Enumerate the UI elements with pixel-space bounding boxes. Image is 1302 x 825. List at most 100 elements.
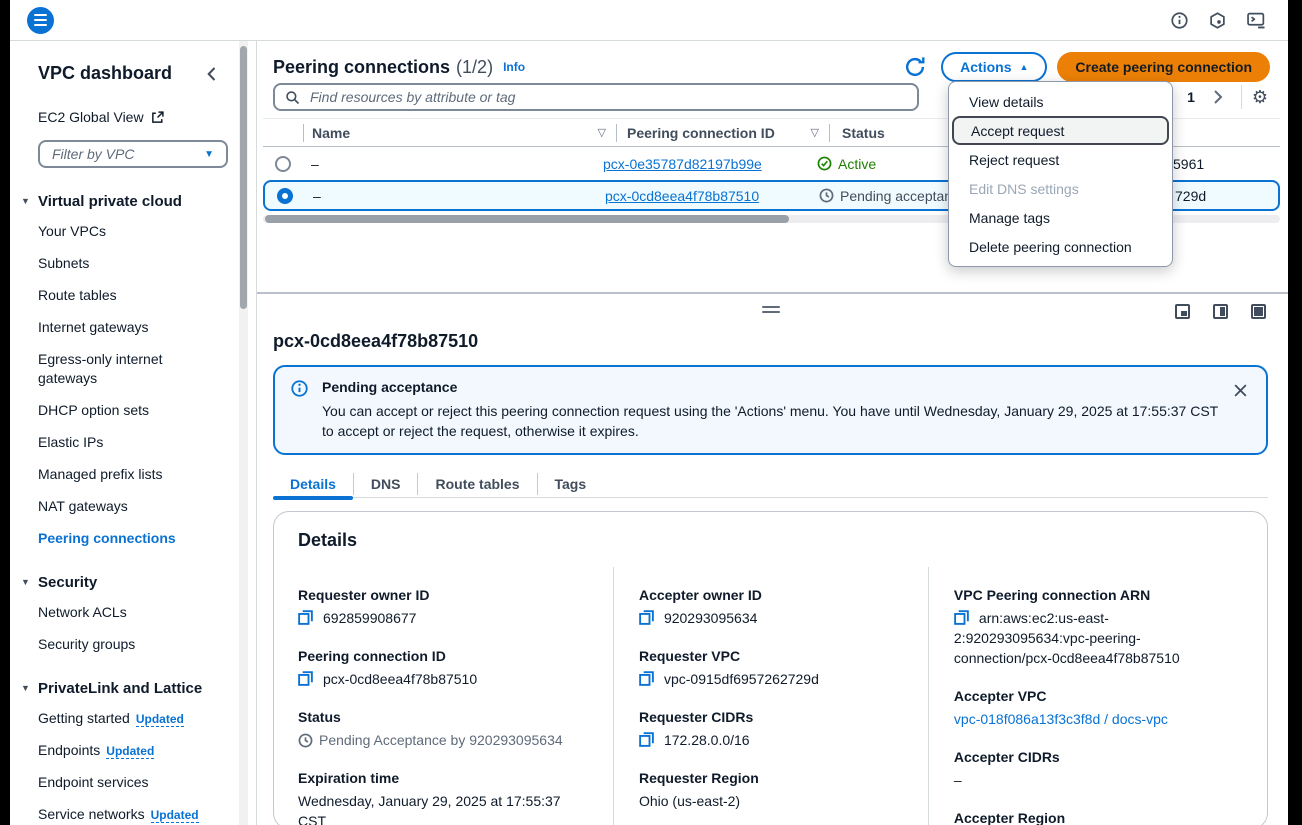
sidebar-item[interactable]: Getting startedUpdated xyxy=(38,709,218,729)
tab-details[interactable]: Details xyxy=(273,470,353,498)
split-panel-bar xyxy=(273,294,1268,324)
copy-icon[interactable] xyxy=(954,610,969,625)
section-header[interactable]: ▼ PrivateLink and Lattice xyxy=(38,680,229,697)
detail-field: Expiration time Wednesday, January 29, 2… xyxy=(298,770,587,825)
split-panel-drag-handle[interactable] xyxy=(762,306,780,316)
menu-item[interactable]: Reject request xyxy=(949,145,1172,174)
field-value: vpc-018f086a13f3c3f8d / docs-vpc xyxy=(954,711,1168,727)
sidebar-item[interactable]: Route tables xyxy=(38,286,218,306)
detail-field: Requester VPC vpc-0915df6957262729d xyxy=(639,648,902,689)
panel-position-bottom-icon[interactable] xyxy=(1175,304,1190,319)
copy-icon[interactable] xyxy=(639,610,654,625)
amazon-q-icon[interactable] xyxy=(1209,12,1226,29)
cell-requester-vpc-truncated: 5961 xyxy=(1173,156,1204,172)
sidebar-item[interactable]: Peering connections xyxy=(38,529,218,549)
status-pending-icon xyxy=(819,188,834,203)
sidebar-item[interactable]: Security groups xyxy=(38,635,218,655)
peering-connection-id-link[interactable]: pcx-0e35787d82197b99e xyxy=(603,156,762,172)
copy-icon[interactable] xyxy=(298,610,313,625)
column-header-peering-id[interactable]: Peering connection ID xyxy=(627,125,775,141)
sidebar-scrollbar[interactable] xyxy=(239,41,248,825)
tab-tags[interactable]: Tags xyxy=(538,470,604,498)
sidebar-item[interactable]: Service networksUpdated xyxy=(38,805,218,825)
sidebar-item[interactable]: Elastic IPs xyxy=(38,433,218,453)
menu-item[interactable]: Accept request xyxy=(952,116,1169,145)
menu-item[interactable]: Delete peering connection xyxy=(949,232,1172,261)
sidebar-item[interactable]: Egress-only internet gateways xyxy=(38,350,218,389)
column-header-name[interactable]: Name xyxy=(312,125,350,141)
section-header[interactable]: ▼ Security xyxy=(38,574,229,591)
field-value: pcx-0cd8eea4f78b87510 xyxy=(323,671,477,687)
panel-position-full-icon[interactable] xyxy=(1251,304,1266,319)
copy-icon[interactable] xyxy=(639,671,654,686)
sidebar-item[interactable]: Subnets xyxy=(38,254,218,274)
sidebar-section-security: ▼ Security Network ACLs Security groups xyxy=(38,574,229,655)
close-icon[interactable] xyxy=(1229,379,1252,405)
sidebar-item[interactable]: Internet gateways xyxy=(38,318,218,338)
sidebar-item-ec2-global-view[interactable]: EC2 Global View xyxy=(38,109,164,125)
info-link[interactable]: Info xyxy=(503,60,525,74)
menu-item[interactable]: Manage tags xyxy=(949,203,1172,232)
sort-icon[interactable]: ▽ xyxy=(811,126,829,139)
sidebar-section-privatelink: ▼ PrivateLink and Lattice Getting starte… xyxy=(38,680,229,825)
table-preferences-gear-icon[interactable]: ⚙ xyxy=(1252,88,1268,106)
sidebar-item[interactable]: Managed prefix lists xyxy=(38,465,218,485)
sidebar-item[interactable]: NAT gateways xyxy=(38,497,218,517)
vpc-sidebar: VPC dashboard EC2 Global View Filter by … xyxy=(10,41,239,825)
details-column-2: Accepter owner ID 920293095634 Requester… xyxy=(613,567,928,825)
field-value: 920293095634 xyxy=(664,610,757,626)
field-value: Pending Acceptance by 920293095634 xyxy=(319,732,563,748)
row-radio-button[interactable] xyxy=(277,188,293,204)
scrollbar-thumb[interactable] xyxy=(265,215,789,223)
search-box xyxy=(273,83,919,111)
panel-heading: pcx-0cd8eea4f78b87510 xyxy=(273,331,1268,352)
sort-icon[interactable]: ▽ xyxy=(598,126,616,139)
column-header-status[interactable]: Status xyxy=(830,125,885,141)
cell-requester-vpc-truncated: 729d xyxy=(1175,188,1206,204)
sidebar-item[interactable]: DHCP option sets xyxy=(38,401,218,421)
menu-item[interactable]: Edit DNS settings xyxy=(949,174,1172,203)
sidebar-item[interactable]: Endpoint services xyxy=(38,773,218,793)
tab-route-tables[interactable]: Route tables xyxy=(418,470,536,498)
badge: Updated xyxy=(136,712,184,727)
cell-name: – xyxy=(291,156,593,172)
sidebar-item[interactable]: EndpointsUpdated xyxy=(38,741,218,761)
detail-field: Status Pending Acceptance by 92029309563… xyxy=(298,709,587,750)
actions-button[interactable]: Actions ▲ xyxy=(941,52,1047,82)
detail-field: Requester owner ID 692859908677 xyxy=(298,587,587,628)
split-panel-layout-buttons xyxy=(1175,304,1266,319)
cell-status: Pending acceptance xyxy=(807,188,967,204)
field-label: Requester CIDRs xyxy=(639,709,902,725)
field-label: Requester Region xyxy=(639,770,902,786)
copy-icon[interactable] xyxy=(639,732,654,747)
cloudshell-icon[interactable] xyxy=(1247,12,1266,29)
search-input[interactable] xyxy=(308,88,907,106)
sidebar-item[interactable]: Network ACLs xyxy=(38,603,218,623)
sidebar-collapse-icon[interactable] xyxy=(206,66,217,82)
field-value: – xyxy=(954,772,962,788)
next-page-button[interactable] xyxy=(1205,89,1231,105)
pagination: 1 ⚙ xyxy=(1177,85,1268,109)
page-number: 1 xyxy=(1177,89,1205,105)
refresh-button[interactable] xyxy=(903,55,927,79)
actions-dropdown-menu: View detailsAccept requestReject request… xyxy=(948,81,1173,267)
services-menu-button[interactable] xyxy=(27,7,54,34)
section-expand-icon: ▼ xyxy=(21,196,30,206)
create-peering-connection-button[interactable]: Create peering connection xyxy=(1057,52,1270,82)
tab-dns[interactable]: DNS xyxy=(354,470,418,498)
field-value: 172.28.0.0/16 xyxy=(664,732,750,748)
field-value: arn:aws:ec2:us-east-2:920293095634:vpc-p… xyxy=(954,610,1180,666)
scrollbar-thumb[interactable] xyxy=(240,46,247,309)
detail-field: VPC Peering connection ARN arn:aws:ec2:u… xyxy=(954,587,1217,668)
filter-by-vpc-select[interactable]: Filter by VPC ▼ xyxy=(38,140,228,168)
menu-item[interactable]: View details xyxy=(949,87,1172,116)
row-radio-button[interactable] xyxy=(275,156,291,172)
section-header[interactable]: ▼ Virtual private cloud xyxy=(38,193,229,210)
peering-connection-id-link[interactable]: pcx-0cd8eea4f78b87510 xyxy=(605,188,759,204)
panel-position-side-icon[interactable] xyxy=(1213,304,1228,319)
field-label: Accepter owner ID xyxy=(639,587,902,603)
info-icon[interactable] xyxy=(1171,12,1188,29)
sidebar-item[interactable]: Your VPCs xyxy=(38,222,218,242)
info-icon xyxy=(291,380,308,397)
copy-icon[interactable] xyxy=(298,671,313,686)
